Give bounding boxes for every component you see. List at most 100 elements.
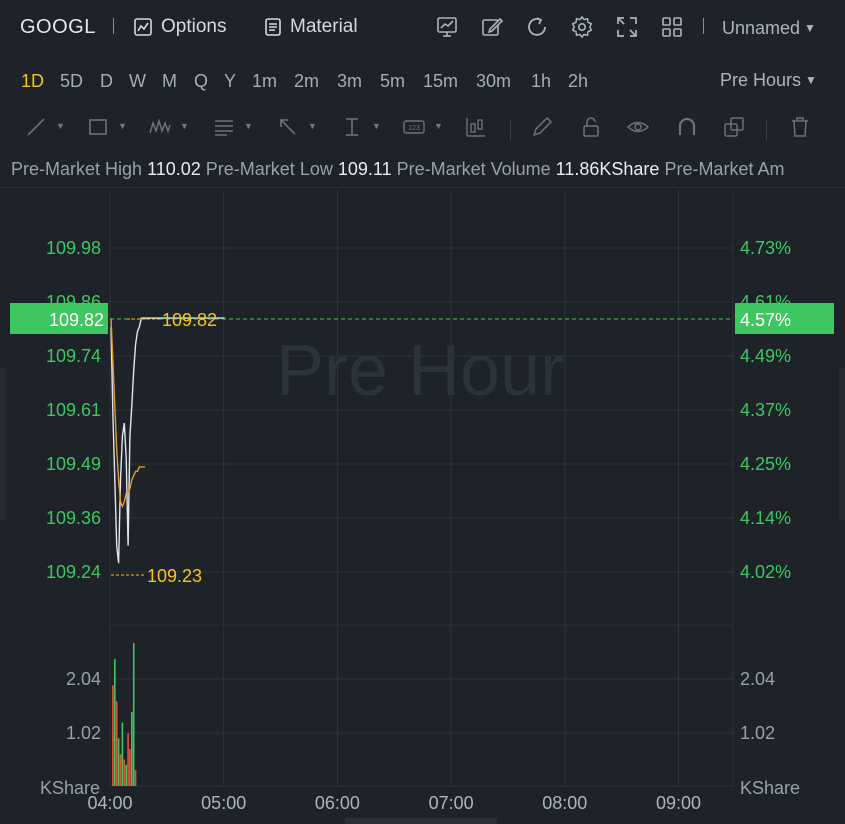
chevron-down-icon: ▼ — [244, 121, 253, 131]
magnet-icon[interactable] — [675, 115, 699, 139]
volume-tick-label-left: 1.02 — [66, 723, 101, 743]
session-dropdown[interactable]: Pre Hours ▼ — [720, 70, 817, 91]
pencil-icon[interactable] — [530, 115, 554, 139]
price-tick-label: 109.74 — [46, 346, 101, 366]
edit-icon[interactable] — [480, 15, 504, 39]
max-price-marker: 109.82 — [162, 310, 217, 330]
price-label-icon[interactable]: 123 — [402, 115, 426, 139]
top-toolbar: GOOGL Options Material Unnamed ▼ — [0, 0, 845, 56]
time-tick-label: 08:00 — [542, 793, 587, 813]
premarket-volume-value: 11.86KShare — [555, 159, 660, 179]
timeframe-1m[interactable]: 1m — [252, 71, 277, 92]
trend-line-icon[interactable] — [24, 115, 48, 139]
percent-tick-label: 4.37% — [740, 400, 791, 420]
rectangle-icon[interactable] — [86, 115, 110, 139]
premarket-high-label: Pre-Market High — [11, 159, 143, 179]
settings-gear-icon[interactable] — [570, 15, 594, 39]
percent-tick-label: 4.02% — [740, 562, 791, 582]
timeframe-3m[interactable]: 3m — [337, 71, 362, 92]
price-chart[interactable]: Pre Hour 109.98109.86109.74109.61109.491… — [0, 190, 845, 824]
percent-axis-right: 4.73%4.61%4.49%4.37%4.25%4.14%4.02% — [740, 238, 791, 582]
chevron-down-icon: ▼ — [118, 121, 127, 131]
timeframe-1h[interactable]: 1h — [531, 71, 551, 92]
volume-bar — [134, 770, 137, 786]
percent-tick-label: 4.73% — [740, 238, 791, 258]
timeframe-15m[interactable]: 15m — [423, 71, 458, 92]
timeframe-q[interactable]: Q — [194, 71, 208, 92]
timeframe-5d[interactable]: 5D — [60, 71, 83, 92]
candlestick-icon[interactable] — [464, 115, 488, 139]
material-button[interactable]: Material — [264, 16, 358, 38]
left-panel-handle[interactable] — [0, 368, 6, 520]
layers-icon[interactable] — [722, 115, 746, 139]
chevron-down-icon: ▼ — [308, 121, 317, 131]
divider — [510, 120, 511, 140]
min-price-marker: 109.23 — [147, 566, 202, 586]
chevron-down-icon: ▼ — [434, 121, 443, 131]
timeframe-d[interactable]: D — [100, 71, 113, 92]
layout-name-label: Unnamed — [722, 18, 801, 38]
volume-bar — [117, 738, 120, 786]
volume-bar — [132, 643, 135, 786]
premarket-low-label: Pre-Market Low — [205, 159, 333, 179]
volume-bar — [127, 733, 129, 786]
trash-icon[interactable] — [788, 115, 812, 139]
measure-icon[interactable] — [340, 115, 364, 139]
price-line-series — [110, 317, 225, 564]
layout-name-dropdown[interactable]: Unnamed ▼ — [722, 18, 816, 39]
refresh-icon[interactable] — [525, 15, 549, 39]
eye-icon[interactable] — [626, 115, 650, 139]
volume-tick-label-left: 2.04 — [66, 669, 101, 689]
timeframe-1d[interactable]: 1D — [21, 71, 44, 92]
divider — [766, 120, 767, 140]
price-tick-label: 109.49 — [46, 454, 101, 474]
ticker-symbol[interactable]: GOOGL — [20, 16, 96, 39]
chevron-down-icon: ▼ — [180, 121, 189, 131]
layout-grid-icon[interactable] — [660, 15, 684, 39]
premarket-high-value: 110.02 — [147, 159, 201, 179]
volume-bar — [131, 711, 133, 786]
timeframe-w[interactable]: W — [129, 71, 146, 92]
options-button[interactable]: Options — [133, 16, 226, 38]
timeframe-30m[interactable]: 30m — [476, 71, 511, 92]
bottom-panel-handle[interactable] — [345, 818, 497, 824]
watermark-text: Pre Hour — [276, 331, 564, 411]
time-tick-label: 05:00 — [201, 793, 246, 813]
fib-retracement-icon[interactable] — [212, 115, 236, 139]
wave-pattern-icon[interactable] — [148, 115, 172, 139]
session-label: Pre Hours — [720, 70, 802, 90]
volume-bar — [115, 701, 118, 786]
volume-unit-right: KShare — [740, 778, 800, 798]
lock-icon[interactable] — [579, 115, 603, 139]
premarket-low-value: 109.11 — [337, 159, 392, 179]
price-tick-label: 109.36 — [46, 508, 101, 528]
price-tick-label: 109.98 — [46, 238, 101, 258]
chevron-down-icon: ▼ — [805, 73, 817, 87]
timeframe-y[interactable]: Y — [224, 71, 236, 92]
timeframe-2m[interactable]: 2m — [294, 71, 319, 92]
timeframe-2h[interactable]: 2h — [568, 71, 588, 92]
timeframe-5m[interactable]: 5m — [380, 71, 405, 92]
time-tick-label: 09:00 — [656, 793, 701, 813]
volume-unit-left: KShare — [40, 778, 100, 798]
time-axis: 04:00 05:00 06:00 07:00 08:00 09:00 — [87, 793, 701, 813]
volume-tick-label-right: 2.04 — [740, 669, 775, 689]
options-label: Options — [161, 16, 227, 37]
right-panel-handle[interactable] — [839, 368, 845, 520]
volume-axis: 2.04 2.04 1.02 1.02 — [66, 669, 775, 743]
fullscreen-icon[interactable] — [615, 15, 639, 39]
average-price-line — [110, 318, 146, 509]
volume-bar — [119, 754, 122, 786]
premarket-info-bar: Pre-Market High 110.02 Pre-Market Low 10… — [0, 150, 845, 188]
indicator-icon[interactable] — [435, 15, 459, 39]
volume-bar — [123, 759, 126, 786]
last-price-left: 109.82 — [49, 310, 104, 330]
options-chart-icon — [134, 18, 152, 36]
timeframe-m[interactable]: M — [162, 71, 177, 92]
arrow-icon[interactable] — [276, 115, 300, 139]
chart-area[interactable]: Pre Hour 109.98 109.86 109.74 109.61 109.49 1… — [0, 190, 845, 824]
volume-bar — [125, 764, 127, 786]
volume-bar — [114, 658, 116, 786]
percent-tick-label: 4.14% — [740, 508, 791, 528]
volume-bars — [112, 643, 137, 786]
